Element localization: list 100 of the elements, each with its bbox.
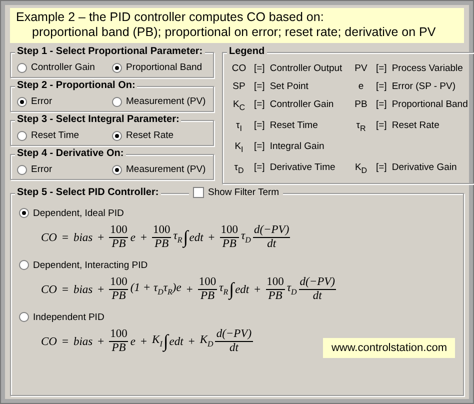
banner-text: proportional band (PB); proportional on error; reset rate; derivative on PV <box>31 25 437 40</box>
integral-sign: ∫ <box>183 227 188 248</box>
legend-equals: [=] <box>254 140 265 154</box>
legend-meaning: Reset Time <box>270 120 318 133</box>
math-term: bias <box>73 284 93 296</box>
website-label: www.controlstation.com <box>323 338 455 358</box>
numerator: d(−PV) <box>252 224 290 238</box>
math-operator: + <box>96 336 106 348</box>
legend-symbol: PV <box>354 63 368 75</box>
legend-symbol: CO <box>230 63 248 75</box>
legend-equals: [=] <box>254 99 265 112</box>
checkbox[interactable] <box>193 186 204 198</box>
math-term: K$_{D}$ <box>200 334 214 349</box>
integral-sign: ∫ <box>229 279 234 300</box>
legend-meaning: Derivative Time <box>270 162 336 175</box>
legend-equals: [=] <box>254 120 265 133</box>
group-title: Step 4 - Derivative On: <box>15 148 126 160</box>
radio-button[interactable] <box>19 312 29 322</box>
numerator: 100 <box>109 224 128 238</box>
math-term: CO <box>41 336 57 348</box>
radio-option[interactable]: Dependent, Interacting PID <box>19 258 455 272</box>
numerator: d(−PV) <box>298 276 336 290</box>
group-title: Step 2 - Proportional On: <box>15 80 138 92</box>
denominator: dt <box>229 342 238 356</box>
math-operator: + <box>96 232 106 244</box>
math-term: edt <box>189 232 204 244</box>
radio-option[interactable]: Reset Time <box>17 129 112 142</box>
legend-equals: [=] <box>376 81 387 93</box>
radio-button[interactable] <box>17 62 27 72</box>
math-term: edt <box>169 336 184 348</box>
numerator: 100 <box>109 276 128 290</box>
math-operator: + <box>140 336 148 348</box>
radio-button[interactable] <box>112 130 122 140</box>
radio-option[interactable]: Reset Rate <box>112 129 207 142</box>
math-operator: + <box>140 232 148 244</box>
math-term: τ$_{D}$ <box>286 282 297 297</box>
legend-meaning: Controller Gain <box>270 99 334 112</box>
math-term: edt <box>235 284 250 296</box>
math-term: e <box>130 336 136 348</box>
numerator: 100 <box>266 276 285 290</box>
denominator: PB <box>112 238 126 252</box>
legend-meaning: Set Point <box>270 81 308 93</box>
denominator: PB <box>200 290 215 304</box>
legend-symbol: τ$_{R}$ <box>355 120 367 135</box>
radio-option[interactable]: Measurement (PV) <box>112 163 207 176</box>
radio-option[interactable]: Error <box>17 95 112 108</box>
integral-sign: ∫ <box>163 331 168 352</box>
math-operator: = <box>60 336 70 348</box>
legend-symbol: K$_{C}$ <box>232 99 246 114</box>
radio-button[interactable] <box>17 164 27 174</box>
radio-option[interactable]: Controller Gain <box>17 61 112 74</box>
banner-text: Example 2 – the PID controller computes CO based on: <box>16 10 325 25</box>
radio-button[interactable] <box>17 130 27 140</box>
math-term: τ$_{R}$ <box>173 230 182 245</box>
denominator: PB <box>268 290 282 304</box>
numerator: 100 <box>220 224 240 238</box>
radio-option[interactable]: Error <box>17 163 112 176</box>
math-operator: + <box>187 336 196 348</box>
legend-equals: [=] <box>254 162 265 175</box>
math-operator: = <box>60 284 70 296</box>
legend-meaning: Error (SP - PV) <box>392 81 456 93</box>
radio-option[interactable]: Independent PID <box>19 310 455 324</box>
math-operator: = <box>60 232 70 244</box>
legend-symbol: τ$_{I}$ <box>235 120 243 135</box>
denominator: PB <box>154 238 169 252</box>
legend-equals: [=] <box>376 162 387 175</box>
numerator: 100 <box>198 276 218 290</box>
math-operator: + <box>185 284 194 296</box>
denominator: dt <box>312 290 322 304</box>
group-title: Step 1 - Select Proportional Parameter: <box>15 46 205 58</box>
radio-button[interactable] <box>17 96 27 106</box>
math-term: CO <box>41 284 57 296</box>
math-operator: + <box>253 284 262 296</box>
radio-option[interactable]: Measurement (PV) <box>112 95 207 108</box>
filter-checkbox[interactable]: Show Filter Term <box>189 186 284 198</box>
legend-symbol: SP <box>232 81 246 93</box>
math-term: e <box>130 232 136 244</box>
legend-symbol: τ$_{D}$ <box>233 162 245 177</box>
radio-option[interactable]: Proportional Band <box>112 61 207 74</box>
math-term: K$_{I}$ <box>152 334 162 349</box>
math-term: τ$_{D}$ <box>241 230 251 245</box>
numerator: 100 <box>109 328 128 342</box>
denominator: dt <box>267 238 276 252</box>
math-operator: + <box>207 232 216 244</box>
denominator: PB <box>112 290 126 304</box>
math-term: CO <box>41 232 57 244</box>
radio-button[interactable] <box>112 164 122 174</box>
radio-button[interactable] <box>19 260 29 270</box>
math-term: τ$_{R}$ <box>219 282 228 297</box>
group-title: Step 5 - Select PID Controller: <box>15 186 161 199</box>
denominator: PB <box>112 342 126 356</box>
legend-symbol: K$_{D}$ <box>354 162 368 177</box>
legend-meaning: Integral Gain <box>270 140 324 154</box>
radio-button[interactable] <box>112 96 122 106</box>
legend-meaning: Reset Rate <box>392 120 440 133</box>
legend-meaning: Proportional Band <box>392 99 468 112</box>
radio-button[interactable] <box>112 62 122 72</box>
radio-option[interactable]: Dependent, Ideal PID <box>19 206 455 220</box>
legend-equals: [=] <box>376 63 387 75</box>
radio-button[interactable] <box>19 208 29 218</box>
